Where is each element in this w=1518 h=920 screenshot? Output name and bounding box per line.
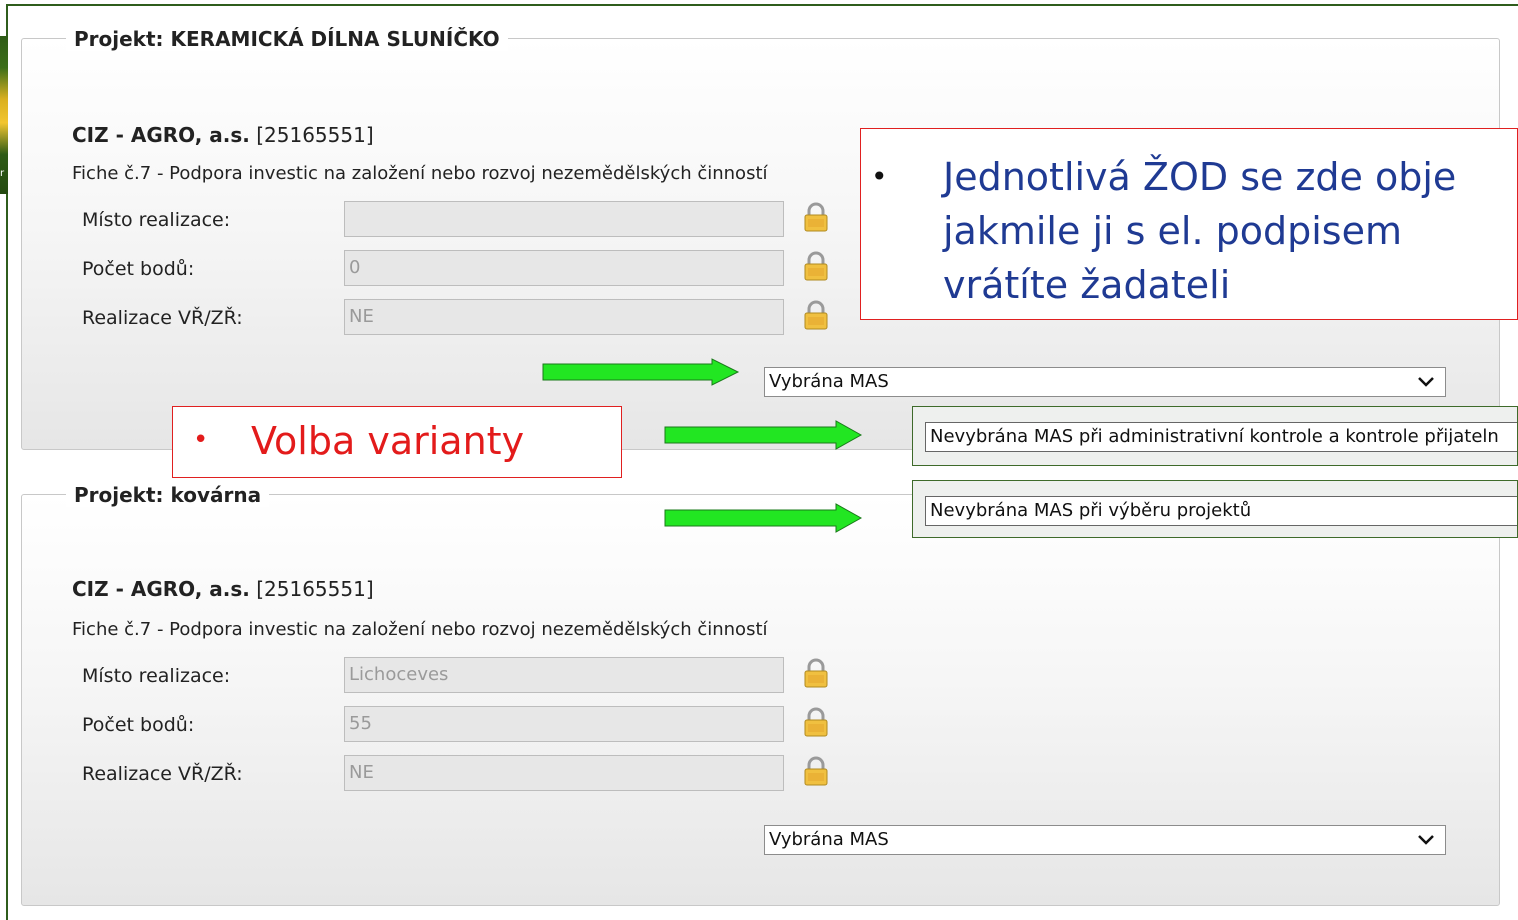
callout-variant-text: Volba varianty [251, 419, 525, 463]
place-field[interactable]: Lichoceves [344, 657, 784, 693]
chevron-down-icon [1418, 835, 1434, 845]
org-id: [25165551] [256, 123, 374, 147]
status-select-value: Vybrána MAS [769, 829, 889, 850]
vr-label: Realizace VŘ/ZŘ: [82, 307, 243, 329]
points-label: Počet bodů: [82, 258, 195, 280]
callout-text-line: jakmile ji s el. podpisem [943, 209, 1402, 253]
logo-letter: r [0, 168, 5, 179]
points-label: Počet bodů: [82, 714, 195, 736]
callout-zod-note: • Jednotlivá ŽOD se zde obje jakmile ji … [860, 128, 1518, 320]
callout-text-line: vrátíte žadateli [943, 263, 1231, 307]
fiche-text: Fiche č.7 - Podpora investic na založení… [72, 619, 768, 640]
org-line: CIZ - AGRO, a.s. [25165551] [72, 123, 374, 147]
points-field[interactable]: 0 [344, 250, 784, 286]
place-label: Místo realizace: [82, 665, 231, 687]
org-name: CIZ - AGRO, a.s. [72, 577, 250, 601]
green-arrow-icon [542, 358, 740, 386]
lock-icon [804, 202, 828, 232]
option-variant[interactable]: Nevybrána MAS při výběru projektů [925, 496, 1517, 526]
lock-icon [804, 658, 828, 688]
lock-icon [804, 251, 828, 281]
lock-icon [804, 707, 828, 737]
place-field[interactable] [344, 201, 784, 237]
option-variant-box-2[interactable]: Nevybrána MAS při výběru projektů [912, 480, 1518, 538]
lock-icon [804, 300, 828, 330]
org-name: CIZ - AGRO, a.s. [72, 123, 250, 147]
green-arrow-icon [664, 503, 863, 533]
green-arrow-icon [664, 420, 863, 450]
option-variant-box-1[interactable]: Nevybrána MAS při administrativní kontro… [912, 406, 1518, 466]
vr-label: Realizace VŘ/ZŘ: [82, 763, 243, 785]
project-legend: Projekt: kovárna [66, 483, 270, 507]
project-legend: Projekt: KERAMICKÁ DÍLNA SLUNÍČKO [66, 27, 508, 51]
option-variant[interactable]: Nevybrána MAS při administrativní kontro… [925, 422, 1517, 452]
status-select-project-1[interactable]: Vybrána MAS [764, 367, 1446, 397]
vr-field[interactable]: NE [344, 755, 784, 791]
points-field[interactable]: 55 [344, 706, 784, 742]
bullet-icon: • [871, 160, 888, 193]
lock-icon [804, 756, 828, 786]
org-line: CIZ - AGRO, a.s. [25165551] [72, 577, 374, 601]
chevron-down-icon [1418, 377, 1434, 387]
callout-variant: • Volba varianty [172, 406, 622, 478]
status-select-project-2[interactable]: Vybrána MAS [764, 825, 1446, 855]
bullet-icon: • [193, 425, 209, 455]
callout-text-line: Jednotlivá ŽOD se zde obje [943, 155, 1457, 199]
status-select-value: Vybrána MAS [769, 371, 889, 392]
vr-field[interactable]: NE [344, 299, 784, 335]
place-label: Místo realizace: [82, 209, 231, 231]
org-id: [25165551] [256, 577, 374, 601]
fiche-text: Fiche č.7 - Podpora investic na založení… [72, 163, 768, 184]
